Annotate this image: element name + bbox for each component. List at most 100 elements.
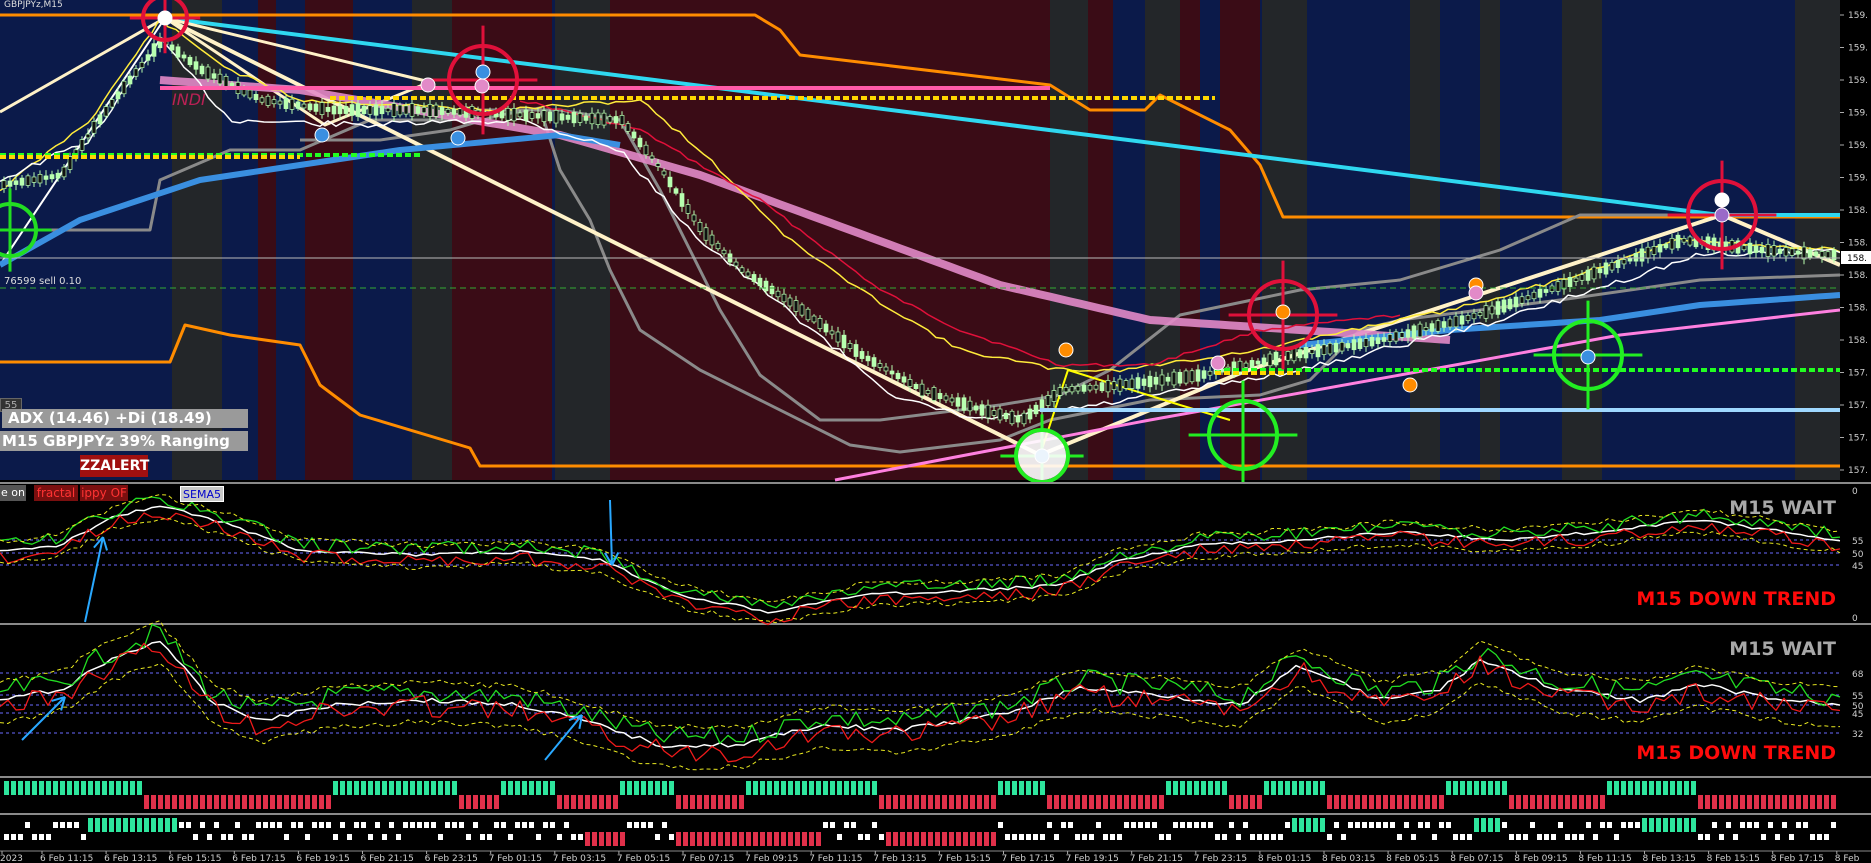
histogram-bar — [529, 781, 534, 795]
zzalert-button[interactable]: ZZALERT — [80, 455, 149, 477]
fractal-button[interactable]: fractal — [34, 485, 78, 501]
candle-body — [265, 95, 271, 106]
histogram-dot — [452, 822, 457, 828]
histogram-bar — [1712, 795, 1717, 809]
candle-body — [85, 133, 91, 139]
candle-body — [1759, 246, 1765, 254]
time-tick-label: 7 Feb 23:15 — [1194, 854, 1247, 863]
candle-body — [1003, 412, 1009, 420]
histogram-bar — [1775, 795, 1780, 809]
histogram-bar — [543, 781, 548, 795]
histogram-bar — [557, 795, 562, 809]
histogram-bar — [809, 781, 814, 795]
signal-dot — [1275, 304, 1291, 320]
candle-body — [625, 123, 631, 132]
histogram-bar — [389, 781, 394, 795]
candle-body — [1141, 378, 1147, 386]
histogram-dot — [60, 822, 65, 828]
histogram-bar — [746, 781, 751, 795]
histogram-bar — [116, 781, 121, 795]
candle-body — [109, 99, 115, 108]
histogram-bar — [550, 781, 555, 795]
candle-body — [1669, 238, 1675, 250]
histogram-bar — [795, 832, 800, 846]
histogram-bar — [452, 781, 457, 795]
histogram-bar — [1474, 818, 1479, 832]
histogram-bar — [1012, 781, 1017, 795]
histogram-bar — [1397, 795, 1402, 809]
candle-body — [907, 379, 913, 387]
symbol-title: GBPJPYz,M15 — [4, 0, 63, 10]
histogram-dot — [1124, 822, 1129, 828]
histogram-bar — [1299, 818, 1304, 832]
histogram-dot — [1572, 834, 1577, 840]
candle-body — [1567, 277, 1573, 287]
histogram-bar — [823, 781, 828, 795]
price-tick-label: 157. — [1848, 401, 1868, 411]
histogram-bar — [1005, 781, 1010, 795]
histogram-bar — [88, 781, 93, 795]
histogram-bar — [410, 781, 415, 795]
histogram-dot — [1397, 834, 1402, 840]
histogram-dot — [1089, 834, 1094, 840]
histogram-bar — [781, 781, 786, 795]
sema5-button[interactable]: SEMA5 — [180, 486, 224, 502]
candle-body — [619, 115, 625, 125]
histogram-bar — [921, 795, 926, 809]
candle-body — [1639, 248, 1645, 262]
histogram-bar — [1691, 818, 1696, 832]
histogram-dot — [1635, 822, 1640, 828]
histogram-dot — [1236, 834, 1241, 840]
candle-body — [25, 175, 31, 186]
histogram-bar — [949, 832, 954, 846]
candle-body — [823, 323, 829, 333]
histogram-dot — [438, 834, 443, 840]
histogram-bar — [718, 795, 723, 809]
candle-body — [1537, 288, 1543, 298]
candle-body — [1495, 301, 1501, 315]
toggle-button[interactable]: e on — [0, 485, 26, 501]
histogram-dot — [1334, 822, 1339, 828]
candle-body — [535, 113, 541, 119]
histogram-bar — [1649, 781, 1654, 795]
histogram-bar — [1327, 795, 1332, 809]
zippy-button[interactable]: ippy OF — [80, 485, 128, 501]
histogram-bar — [753, 781, 758, 795]
histogram-bar — [907, 832, 912, 846]
histogram-bar — [1390, 795, 1395, 809]
candle-body — [97, 114, 103, 125]
histogram-dot — [837, 834, 842, 840]
histogram-bar — [277, 795, 282, 809]
candle-body — [1753, 245, 1759, 253]
histogram-dot — [1047, 822, 1052, 828]
histogram-dot — [305, 834, 310, 840]
histogram-bar — [347, 781, 352, 795]
trading-chart[interactable]: 159. 159. 159. 159. 159. 159. 158. 158. 158. 158.… — [0, 0, 1871, 863]
candle-body — [709, 234, 715, 246]
histogram-bar — [1306, 781, 1311, 795]
candle-body — [1087, 384, 1093, 391]
candle-body — [505, 108, 511, 121]
histogram-bar — [886, 832, 891, 846]
histogram-dot — [1810, 834, 1815, 840]
histogram-bar — [711, 795, 716, 809]
candle-body — [343, 106, 349, 114]
candle-body — [937, 393, 943, 399]
histogram-bar — [1131, 795, 1136, 809]
histogram-bar — [179, 795, 184, 809]
histogram-bar — [1334, 795, 1339, 809]
histogram-bar — [536, 781, 541, 795]
histogram-dot — [1117, 834, 1122, 840]
histogram-dot — [81, 834, 86, 840]
histogram-bar — [1439, 795, 1444, 809]
candle-body — [577, 112, 583, 123]
time-tick-label: 6 Feb 23:15 — [425, 854, 478, 863]
histogram-bar — [81, 781, 86, 795]
adx-readout: ADX (14.46) +Di (18.49) — [2, 409, 248, 428]
histogram-bar — [1159, 795, 1164, 809]
histogram-bar — [1684, 818, 1689, 832]
histogram-dot — [389, 822, 394, 828]
histogram-dot — [46, 834, 51, 840]
time-tick-label: 6 Feb 11:15 — [40, 854, 93, 863]
histogram-bar — [270, 795, 275, 809]
